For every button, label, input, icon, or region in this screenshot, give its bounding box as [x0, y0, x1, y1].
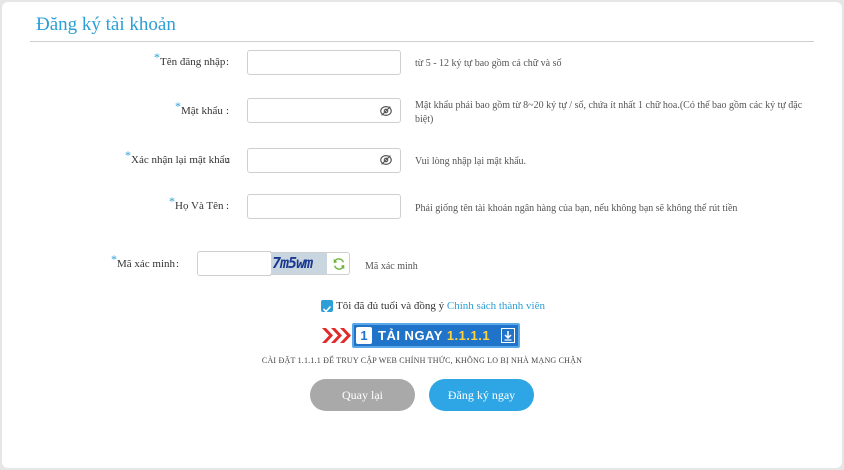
required-mark: *: [111, 252, 117, 266]
captcha-hint: Mã xác minh: [365, 261, 418, 272]
username-input[interactable]: [247, 50, 401, 75]
username-hint: từ 5 - 12 ký tự bao gồm cả chữ và số: [415, 58, 562, 69]
password-hint: Mật khẩu phải bao gồm từ 8~20 ký tự / số…: [415, 100, 803, 125]
eye-slash-icon[interactable]: [379, 104, 393, 118]
refresh-icon[interactable]: [332, 257, 346, 271]
password-input[interactable]: [247, 98, 401, 123]
colon: :: [226, 200, 230, 212]
captcha-code: 7m5wm: [272, 254, 313, 272]
captcha-input[interactable]: [197, 251, 271, 276]
colon: :: [226, 56, 230, 68]
agreement-checkbox[interactable]: [321, 300, 333, 313]
download-icon: [501, 328, 515, 343]
full-name-input[interactable]: [247, 194, 401, 219]
colon: :: [226, 154, 230, 166]
install-note: CÀI ĐẶT 1.1.1.1 ĐỂ TRUY CẬP WEB CHÍNH TH…: [261, 356, 583, 365]
eye-slash-icon[interactable]: [379, 153, 393, 167]
full-name-label: * Họ Và Tên: [169, 194, 224, 212]
member-policy-link[interactable]: Chính sách thành viên: [447, 300, 545, 312]
captcha-label: * Mã xác minh: [111, 252, 176, 270]
chevrons-right-icon: [322, 328, 351, 343]
required-mark: *: [154, 50, 160, 64]
colon: :: [226, 105, 230, 117]
colon: :: [176, 258, 180, 270]
banner-badge: 1: [356, 327, 372, 344]
page-title: Đăng ký tài khoản: [36, 14, 176, 35]
banner-body: 1 TẢI NGAY 1.1.1.1: [352, 323, 520, 348]
confirm-password-label: * Xác nhận lại mật khẩu: [125, 148, 230, 166]
required-mark: *: [175, 99, 181, 113]
title-divider: [30, 41, 814, 42]
register-button[interactable]: Đăng ký ngay: [429, 379, 534, 411]
full-name-hint: Phải giống tên tài khoản ngân hàng của b…: [415, 203, 738, 214]
confirm-password-input[interactable]: [247, 148, 401, 173]
download-banner[interactable]: 1 TẢI NGAY 1.1.1.1: [322, 323, 522, 348]
username-label: * Tên đăng nhập: [154, 50, 226, 68]
banner-text: TẢI NGAY 1.1.1.1: [378, 328, 491, 343]
confirm-password-hint: Vui lòng nhập lại mật khẩu.: [415, 156, 527, 167]
check-icon: [322, 305, 332, 313]
agreement-text: Tôi đã đủ tuổi và đồng ý Chính sách thàn…: [336, 300, 545, 312]
password-label: * Mật khẩu: [175, 99, 223, 117]
registration-panel: [2, 2, 842, 468]
required-mark: *: [169, 194, 175, 208]
required-mark: *: [125, 148, 131, 162]
back-button[interactable]: Quay lại: [310, 379, 415, 411]
